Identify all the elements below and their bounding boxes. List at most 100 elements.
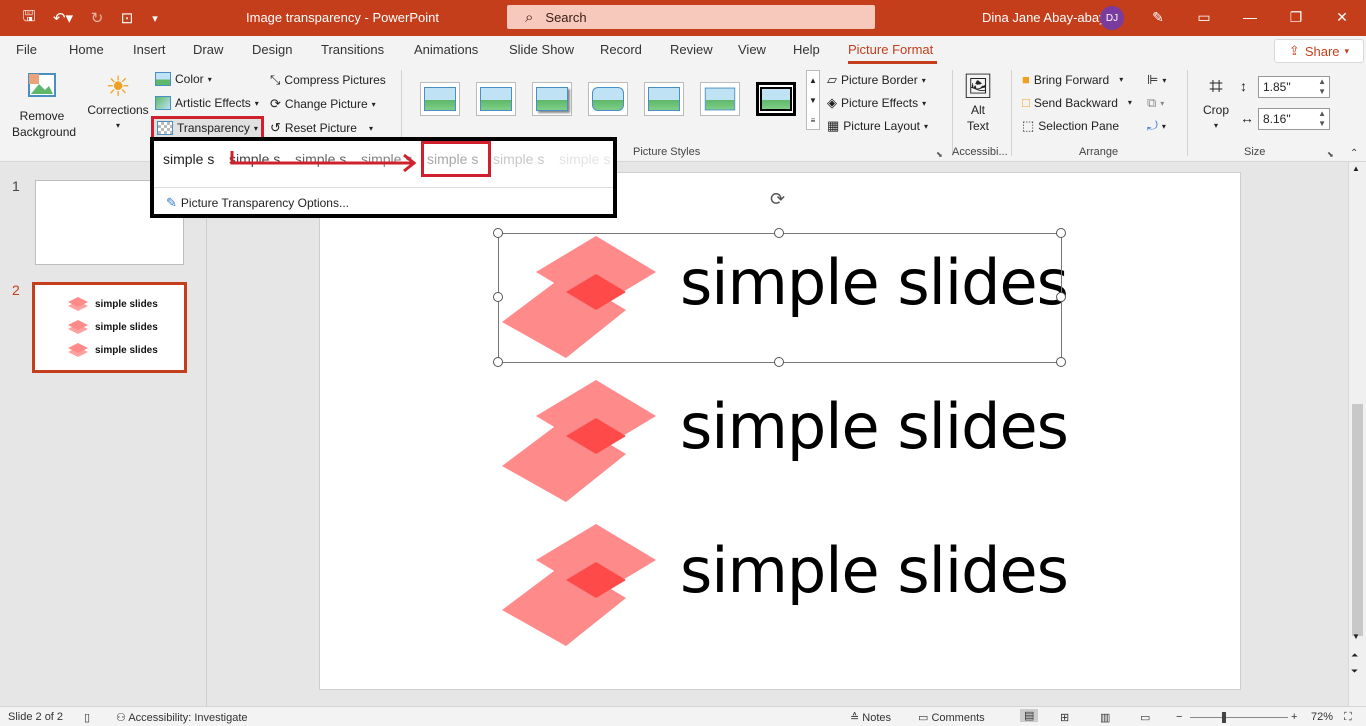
logo-image-2[interactable]: simple slides xyxy=(500,378,1069,508)
resize-handle[interactable] xyxy=(774,228,784,238)
selection-pane-button[interactable]: ⬚ Selection Pane xyxy=(1022,118,1119,134)
spell-check-icon[interactable]: ▯ xyxy=(84,711,90,724)
width-field[interactable]: 8.16" ▲ ▼ xyxy=(1258,108,1330,130)
undo-icon[interactable]: ↶▾ xyxy=(48,8,78,28)
alt-text-button[interactable]: 🖼 Alt Text xyxy=(958,72,998,134)
tab-animations[interactable]: Animations xyxy=(414,42,478,57)
reset-picture-button[interactable]: ↺ Reset Picture ▾ xyxy=(270,120,373,136)
send-backward-button[interactable]: □ Send Backward ▾ xyxy=(1022,95,1132,110)
slide-sorter-icon[interactable]: ⊞ xyxy=(1060,711,1069,724)
change-picture-button[interactable]: ⟳ Change Picture ▾ xyxy=(270,96,376,112)
transparency-preset-0[interactable]: simple s xyxy=(163,151,214,167)
chevron-up-icon[interactable]: ▲ xyxy=(807,71,819,91)
reading-view-icon[interactable]: ▥ xyxy=(1100,711,1110,724)
resize-handle[interactable] xyxy=(493,292,503,302)
picture-style-4[interactable] xyxy=(588,82,628,116)
gallery-scroll[interactable]: ▲ ▼ ≡ xyxy=(806,70,820,130)
picture-style-7[interactable] xyxy=(756,82,796,116)
transparency-preset-95[interactable]: simple s xyxy=(559,151,611,167)
height-field[interactable]: 1.85" ▲ ▼ xyxy=(1258,76,1330,98)
resize-handle[interactable] xyxy=(1056,228,1066,238)
gallery-more-icon[interactable]: ≡ xyxy=(807,111,819,131)
vertical-scrollbar[interactable]: ▲ ▼ ⏶ ⏷ xyxy=(1348,162,1366,706)
resize-handle[interactable] xyxy=(774,357,784,367)
ribbon-display-icon[interactable]: ▭ xyxy=(1192,6,1216,28)
picture-style-6[interactable] xyxy=(700,82,740,116)
color-button[interactable]: Color ▾ xyxy=(155,72,212,86)
resize-handle[interactable] xyxy=(1056,357,1066,367)
scroll-down-icon[interactable]: ▼ xyxy=(1352,632,1360,641)
pen-icon[interactable]: ✎ xyxy=(1146,6,1170,28)
chevron-down-icon[interactable]: ▼ xyxy=(807,91,819,111)
search-box[interactable]: ⌕ Search xyxy=(507,5,875,29)
bring-forward-button[interactable]: ■ Bring Forward ▾ xyxy=(1022,72,1123,87)
tab-picture-format[interactable]: Picture Format xyxy=(848,42,933,57)
customize-qat-icon[interactable]: ▾ xyxy=(146,8,164,28)
remove-background-button[interactable]: Remove Background xyxy=(6,72,78,140)
picture-style-1[interactable] xyxy=(420,82,460,116)
notes-button[interactable]: ≙ Notes xyxy=(850,711,891,724)
rotate-button[interactable]: ⤾ ▾ xyxy=(1147,118,1166,134)
resize-handle[interactable] xyxy=(493,357,503,367)
tab-file[interactable]: File xyxy=(16,42,37,57)
tab-record[interactable]: Record xyxy=(600,42,642,57)
picture-border-button[interactable]: ▱ Picture Border ▾ xyxy=(827,72,926,88)
spinner-arrows-icon[interactable]: ▲ ▼ xyxy=(1318,109,1326,129)
resize-handle[interactable] xyxy=(493,228,503,238)
previous-slide-icon[interactable]: ⏶ xyxy=(1351,650,1358,661)
zoom-level[interactable]: 72% xyxy=(1311,711,1333,723)
dialog-launcher-icon[interactable]: ⬊ xyxy=(936,150,943,159)
resize-handle[interactable] xyxy=(1056,292,1066,302)
picture-layout-button[interactable]: ▦ Picture Layout ▾ xyxy=(827,118,928,134)
present-icon[interactable]: ⊡ xyxy=(116,8,138,28)
collapse-ribbon-icon[interactable]: ⌃ xyxy=(1350,148,1358,159)
tab-home[interactable]: Home xyxy=(69,42,104,57)
crop-button[interactable]: ⌗ Crop ▾ xyxy=(1196,72,1236,134)
accessibility-status[interactable]: ⚇ Accessibility: Investigate xyxy=(116,711,248,724)
group-button[interactable]: ⧉ ▾ xyxy=(1147,95,1164,111)
tab-draw[interactable]: Draw xyxy=(193,42,223,57)
next-slide-icon[interactable]: ⏷ xyxy=(1351,666,1358,677)
restore-icon[interactable]: ❐ xyxy=(1284,6,1308,28)
artistic-effects-button[interactable]: Artistic Effects ▾ xyxy=(155,96,259,110)
spinner-arrows-icon[interactable]: ▲ ▼ xyxy=(1318,77,1326,97)
logo-image-3[interactable]: simple slides xyxy=(500,522,1069,652)
user-name[interactable]: Dina Jane Abay-abay xyxy=(982,10,1106,25)
picture-transparency-options-item[interactable]: ✎ Picture Transparency Options... xyxy=(166,195,349,211)
transparency-preset-80[interactable]: simple s xyxy=(493,151,544,167)
transparency-options-icon: ✎ xyxy=(166,195,177,210)
slide-thumbnail-2[interactable]: simple slides simple slides simple slide… xyxy=(32,282,187,373)
align-button[interactable]: ⊫ ▾ xyxy=(1147,72,1166,88)
tab-view[interactable]: View xyxy=(738,42,766,57)
zoom-slider[interactable] xyxy=(1190,717,1288,718)
comments-button[interactable]: ▭ Comments xyxy=(918,711,985,724)
scroll-thumb[interactable] xyxy=(1352,404,1363,636)
zoom-in-icon[interactable]: + xyxy=(1291,711,1297,723)
normal-view-icon[interactable]: ▤ xyxy=(1020,709,1039,722)
tab-review[interactable]: Review xyxy=(670,42,713,57)
share-button[interactable]: ⇪ Share ▾ xyxy=(1274,39,1364,63)
picture-style-2[interactable] xyxy=(476,82,516,116)
scroll-up-icon[interactable]: ▲ xyxy=(1352,164,1360,173)
avatar[interactable]: DJ xyxy=(1100,6,1124,30)
zoom-out-icon[interactable]: − xyxy=(1176,711,1182,723)
redo-icon[interactable]: ↻ xyxy=(86,8,108,28)
close-icon[interactable]: ✕ xyxy=(1330,6,1354,28)
picture-effects-button[interactable]: ◈ Picture Effects ▾ xyxy=(827,95,926,111)
minimize-icon[interactable]: — xyxy=(1238,6,1262,28)
tab-help[interactable]: Help xyxy=(793,42,820,57)
zoom-slider-thumb[interactable] xyxy=(1221,712,1226,723)
dialog-launcher-icon[interactable]: ⬊ xyxy=(1327,150,1334,159)
slideshow-view-icon[interactable]: ▭ xyxy=(1140,711,1150,724)
tab-slide-show[interactable]: Slide Show xyxy=(509,42,574,57)
rotate-handle-icon[interactable]: ⟳ xyxy=(770,189,785,210)
tab-design[interactable]: Design xyxy=(252,42,292,57)
corrections-button[interactable]: ☀ Corrections ▾ xyxy=(86,72,150,134)
picture-style-5[interactable] xyxy=(644,82,684,116)
tab-transitions[interactable]: Transitions xyxy=(321,42,384,57)
compress-pictures-button[interactable]: ⤡ Compress Pictures xyxy=(270,72,386,88)
tab-insert[interactable]: Insert xyxy=(133,42,166,57)
save-icon[interactable]: 🖫 xyxy=(18,8,40,28)
picture-style-3[interactable] xyxy=(532,82,572,116)
fit-slide-icon[interactable]: ⛶ xyxy=(1344,711,1352,724)
